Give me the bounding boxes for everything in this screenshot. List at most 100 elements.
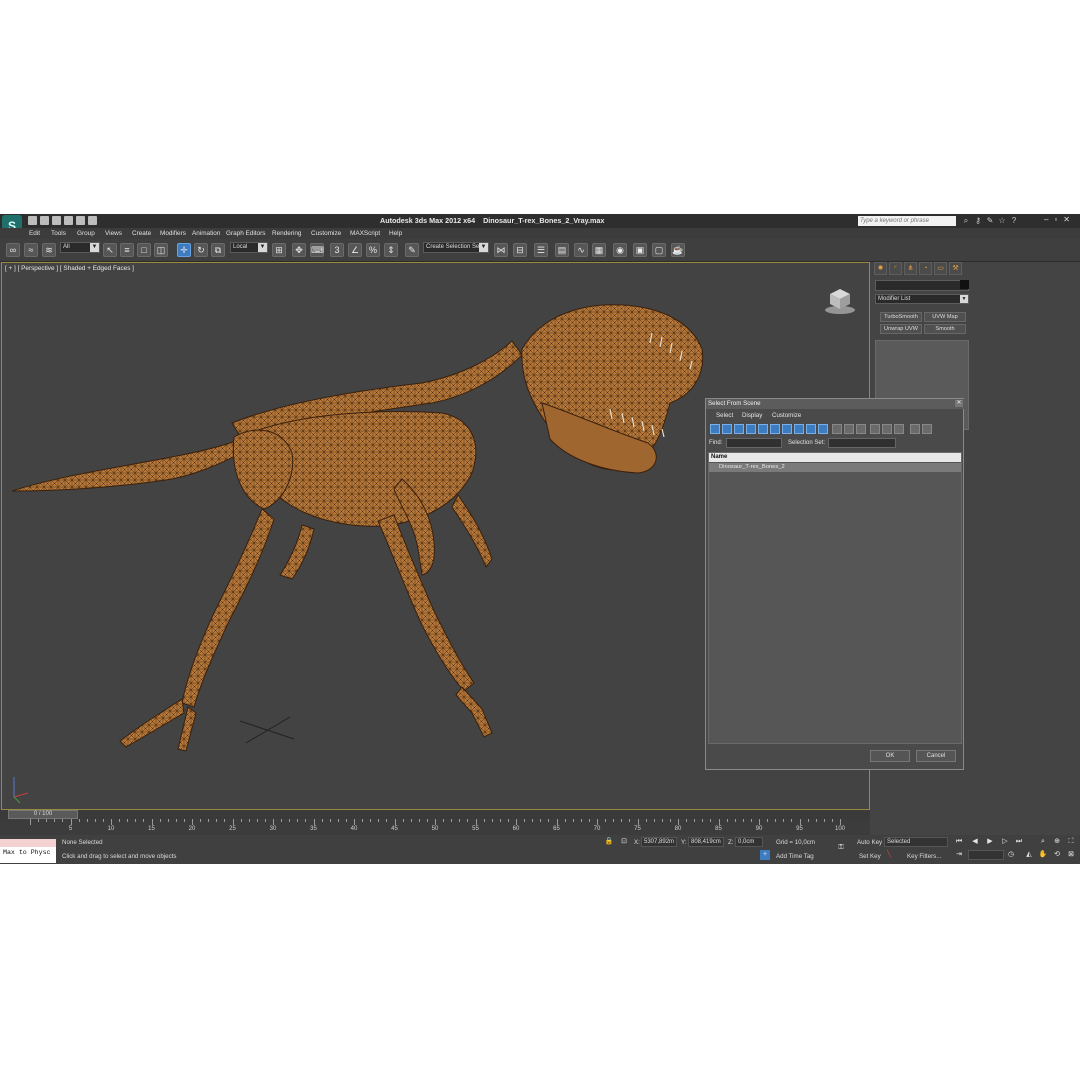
auto-key-mode-dropdown[interactable]: Selected (884, 837, 948, 847)
unlink-icon[interactable]: ≈ (24, 243, 38, 257)
time-slider-thumb[interactable]: 0 / 100 (8, 810, 78, 819)
select-manipulate-icon[interactable]: ✥ (292, 243, 306, 257)
open-file-icon[interactable] (40, 216, 49, 225)
help-icon[interactable]: ? (1010, 216, 1018, 225)
help-search-input[interactable]: Type a keyword or phrase (858, 216, 956, 226)
binoculars-icon[interactable]: ⌕ (962, 216, 970, 225)
menu-modifiers[interactable]: Modifiers (160, 230, 186, 237)
x-coordinate-field[interactable]: 5307,892m (641, 837, 677, 847)
filter-options-icon[interactable] (922, 424, 932, 434)
material-editor-icon[interactable]: ◉ (613, 243, 627, 257)
filter-icon[interactable] (910, 424, 920, 434)
mirror-icon[interactable]: ⋈ (494, 243, 508, 257)
spinner-snap-icon[interactable]: ⇕ (384, 243, 398, 257)
percent-snap-icon[interactable]: % (366, 243, 380, 257)
uvw-map-button[interactable]: UVW Map (924, 312, 966, 322)
display-helpers-icon[interactable] (758, 424, 768, 434)
select-invert-icon[interactable] (894, 424, 904, 434)
add-time-tag-button[interactable]: Add Time Tag (776, 853, 814, 860)
rendered-frame-window-icon[interactable]: ▢ (652, 243, 666, 257)
menu-tools[interactable]: Tools (51, 230, 66, 237)
render-production-icon[interactable]: ☕ (671, 243, 685, 257)
select-by-name-icon[interactable]: ≡ (120, 243, 134, 257)
menu-help[interactable]: Help (389, 230, 402, 237)
new-file-icon[interactable] (28, 216, 37, 225)
hierarchy-tab-icon[interactable]: ⋔ (904, 262, 917, 275)
menu-edit[interactable]: Edit (29, 230, 40, 237)
select-all-icon[interactable] (870, 424, 880, 434)
current-frame-field[interactable] (968, 850, 1004, 860)
close-icon[interactable]: ✕ (955, 400, 963, 407)
go-to-end-icon[interactable]: ⏭ (1014, 837, 1024, 847)
track-bar[interactable]: 5 10 15 20 25 30 35 40 45 50 55 60 65 70 75 80 85 90 95 100 (0, 819, 870, 835)
time-slider[interactable]: 0 / 100 (0, 810, 870, 819)
orbit-icon[interactable]: ⟲ (1052, 850, 1062, 860)
zoom-extents-icon[interactable]: ⛶ (1066, 837, 1076, 847)
rectangular-selection-icon[interactable]: □ (137, 243, 151, 257)
display-bones-icon[interactable] (806, 424, 816, 434)
dialog-menu-select[interactable]: Select (716, 412, 733, 419)
undo-icon[interactable] (64, 216, 73, 225)
z-coordinate-field[interactable]: 0,0cm (735, 837, 763, 847)
go-to-start-icon[interactable]: ⏮ (954, 837, 964, 847)
maxscript-mini-listener[interactable]: Max to Physc (0, 839, 56, 863)
zoom-all-icon[interactable]: ⊕ (1052, 837, 1062, 847)
previous-frame-icon[interactable]: ◀ (970, 837, 980, 847)
y-coordinate-field[interactable]: 808,419cm (688, 837, 724, 847)
reference-coordinate-dropdown[interactable]: Local ▼ (230, 242, 268, 253)
selection-set-dropdown[interactable] (828, 438, 896, 448)
object-color-swatch[interactable] (960, 280, 969, 289)
redo-icon[interactable] (76, 216, 85, 225)
edit-named-selection-icon[interactable]: ✎ (405, 243, 419, 257)
utilities-tab-icon[interactable]: ⚒ (949, 262, 962, 275)
unwrap-uvw-button[interactable]: Unwrap UVW (880, 324, 922, 334)
curve-editor-icon[interactable]: ∿ (574, 243, 588, 257)
named-selection-sets-dropdown[interactable]: Create Selection Se ▼ (423, 242, 489, 253)
minimize-icon[interactable]: – (1044, 215, 1048, 224)
key-icon[interactable]: ⚷ (974, 216, 982, 225)
save-file-icon[interactable] (52, 216, 61, 225)
angle-snap-icon[interactable]: ∠ (348, 243, 362, 257)
name-column-header[interactable]: Name (709, 453, 961, 462)
time-tag-icon[interactable]: + (760, 850, 770, 860)
display-geometry-icon[interactable] (710, 424, 720, 434)
create-tab-icon[interactable]: ✹ (874, 262, 887, 275)
list-item[interactable]: Dinosaur_T-rex_Bones_2 (709, 463, 961, 472)
close-icon[interactable]: ✕ (1063, 215, 1070, 224)
display-shapes-icon[interactable] (722, 424, 732, 434)
menu-animation[interactable]: Animation (192, 230, 220, 237)
key-filters-button[interactable]: Key Filters... (907, 853, 941, 860)
graphite-ribbon-icon[interactable]: ▤ (555, 243, 569, 257)
scene-object-list[interactable]: Name Dinosaur_T-rex_Bones_2 (708, 452, 962, 744)
display-all-icon[interactable] (832, 424, 842, 434)
auto-key-button[interactable]: Auto Key (857, 839, 882, 846)
field-of-view-icon[interactable]: ◭ (1024, 850, 1034, 860)
modifier-list-dropdown[interactable]: Modifier List ▼ (875, 294, 969, 304)
ok-button[interactable]: OK (870, 750, 910, 762)
dialog-menu-display[interactable]: Display (742, 412, 762, 419)
display-none-icon[interactable] (844, 424, 854, 434)
cancel-button[interactable]: Cancel (916, 750, 956, 762)
pan-view-icon[interactable]: ✋ (1038, 850, 1048, 860)
display-groups-icon[interactable] (782, 424, 792, 434)
bind-space-warp-icon[interactable]: ≋ (42, 243, 56, 257)
time-configuration-icon[interactable]: ◷ (1006, 850, 1016, 860)
select-and-rotate-icon[interactable]: ↻ (194, 243, 208, 257)
link-icon[interactable]: ∞ (6, 243, 20, 257)
lock-selection-icon[interactable]: 🔒 (604, 837, 614, 847)
select-and-scale-icon[interactable]: ⧉ (211, 243, 225, 257)
display-containers-icon[interactable] (818, 424, 828, 434)
turbosmooth-button[interactable]: TurboSmooth (880, 312, 922, 322)
menu-rendering[interactable]: Rendering (272, 230, 302, 237)
find-input[interactable] (726, 438, 782, 448)
zoom-icon[interactable]: ⌕ (1038, 837, 1048, 847)
absolute-mode-icon[interactable]: ⊡ (619, 837, 629, 847)
menu-customize[interactable]: Customize (311, 230, 341, 237)
select-object-icon[interactable]: ↖ (103, 243, 117, 257)
key-mode-toggle-icon[interactable]: ⇥ (954, 850, 964, 860)
menu-maxscript[interactable]: MAXScript (350, 230, 380, 237)
display-spacewarps-icon[interactable] (770, 424, 780, 434)
set-key-pen-icon[interactable]: ╲ (884, 850, 894, 860)
menu-create[interactable]: Create (132, 230, 151, 237)
select-and-move-icon[interactable]: ✛ (177, 243, 191, 257)
